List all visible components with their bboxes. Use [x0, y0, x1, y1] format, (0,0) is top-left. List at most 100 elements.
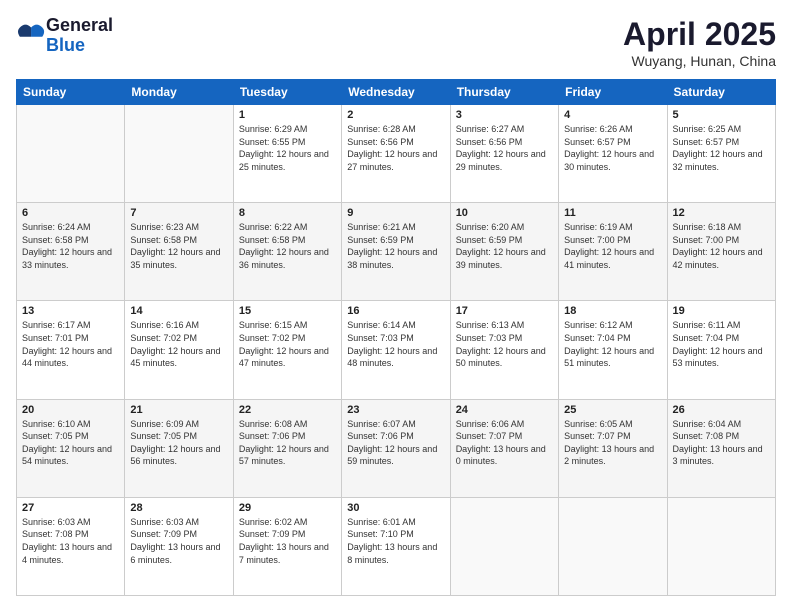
- day-info: Sunrise: 6:16 AMSunset: 7:02 PMDaylight:…: [130, 319, 227, 369]
- day-info: Sunrise: 6:10 AMSunset: 7:05 PMDaylight:…: [22, 418, 119, 468]
- table-row: 27Sunrise: 6:03 AMSunset: 7:08 PMDayligh…: [17, 497, 125, 595]
- day-info: Sunrise: 6:08 AMSunset: 7:06 PMDaylight:…: [239, 418, 336, 468]
- table-row: 9Sunrise: 6:21 AMSunset: 6:59 PMDaylight…: [342, 203, 450, 301]
- day-number: 20: [22, 404, 119, 416]
- table-row: 21Sunrise: 6:09 AMSunset: 7:05 PMDayligh…: [125, 399, 233, 497]
- day-number: 21: [130, 404, 227, 416]
- table-row: 30 Sunrise: 6:01 AMSunset: 7:10 PMDayligh…: [342, 497, 450, 595]
- day-info: Sunrise: 6:27 AMSunset: 6:56 PMDaylight:…: [456, 123, 553, 173]
- day-number: 29: [239, 502, 336, 514]
- table-row: 6Sunrise: 6:24 AMSunset: 6:58 PMDaylight…: [17, 203, 125, 301]
- day-info: Sunrise: 6:15 AMSunset: 7:02 PMDaylight:…: [239, 319, 336, 369]
- table-row: 1Sunrise: 6:29 AMSunset: 6:55 PMDaylight…: [233, 105, 341, 203]
- day-number: 3: [456, 109, 553, 121]
- day-info: Sunrise: 6:11 AMSunset: 7:04 PMDaylight:…: [673, 319, 770, 369]
- table-row: [559, 497, 667, 595]
- calendar-week-row: 13 Sunrise: 6:17 AMSunset: 7:01 PMDayligh…: [17, 301, 776, 399]
- table-row: 15 Sunrise: 6:15 AMSunset: 7:02 PMDayligh…: [233, 301, 341, 399]
- day-number: 18: [564, 305, 661, 317]
- table-row: 25 Sunrise: 6:05 AMSunset: 7:07 PMDayligh…: [559, 399, 667, 497]
- table-row: 13 Sunrise: 6:17 AMSunset: 7:01 PMDayligh…: [17, 301, 125, 399]
- logo-general-text: General: [46, 16, 113, 36]
- day-info: Sunrise: 6:01 AMSunset: 7:10 PMDaylight:…: [347, 516, 444, 566]
- table-row: 23 Sunrise: 6:07 AMSunset: 7:06 PMDayligh…: [342, 399, 450, 497]
- day-info: Sunrise: 6:05 AMSunset: 7:07 PMDaylight:…: [564, 418, 661, 468]
- day-number: 19: [673, 305, 770, 317]
- calendar-week-row: 1Sunrise: 6:29 AMSunset: 6:55 PMDaylight…: [17, 105, 776, 203]
- table-row: 16 Sunrise: 6:14 AMSunset: 7:03 PMDayligh…: [342, 301, 450, 399]
- day-info: Sunrise: 6:07 AMSunset: 7:06 PMDaylight:…: [347, 418, 444, 468]
- col-wednesday: Wednesday: [342, 80, 450, 105]
- day-number: 14: [130, 305, 227, 317]
- calendar-week-row: 27Sunrise: 6:03 AMSunset: 7:08 PMDayligh…: [17, 497, 776, 595]
- col-saturday: Saturday: [667, 80, 775, 105]
- table-row: 18 Sunrise: 6:12 AMSunset: 7:04 PMDayligh…: [559, 301, 667, 399]
- day-info: Sunrise: 6:13 AMSunset: 7:03 PMDaylight:…: [456, 319, 553, 369]
- day-number: 13: [22, 305, 119, 317]
- col-sunday: Sunday: [17, 80, 125, 105]
- day-info: Sunrise: 6:23 AMSunset: 6:58 PMDaylight:…: [130, 221, 227, 271]
- table-row: 28 Sunrise: 6:03 AMSunset: 7:09 PMDayligh…: [125, 497, 233, 595]
- day-info: Sunrise: 6:06 AMSunset: 7:07 PMDaylight:…: [456, 418, 553, 468]
- table-row: 20 Sunrise: 6:10 AMSunset: 7:05 PMDayligh…: [17, 399, 125, 497]
- day-number: 25: [564, 404, 661, 416]
- col-thursday: Thursday: [450, 80, 558, 105]
- day-number: 9: [347, 207, 444, 219]
- table-row: 4 Sunrise: 6:26 AMSunset: 6:57 PMDaylight…: [559, 105, 667, 203]
- day-info: Sunrise: 6:02 AMSunset: 7:09 PMDaylight:…: [239, 516, 336, 566]
- day-info: Sunrise: 6:14 AMSunset: 7:03 PMDaylight:…: [347, 319, 444, 369]
- title-area: April 2025 Wuyang, Hunan, China: [623, 16, 776, 69]
- table-row: [125, 105, 233, 203]
- day-info: Sunrise: 6:20 AMSunset: 6:59 PMDaylight:…: [456, 221, 553, 271]
- day-info: Sunrise: 6:17 AMSunset: 7:01 PMDaylight:…: [22, 319, 119, 369]
- day-number: 28: [130, 502, 227, 514]
- day-number: 4: [564, 109, 661, 121]
- table-row: 17Sunrise: 6:13 AMSunset: 7:03 PMDayligh…: [450, 301, 558, 399]
- day-number: 16: [347, 305, 444, 317]
- day-number: 22: [239, 404, 336, 416]
- table-row: 11Sunrise: 6:19 AMSunset: 7:00 PMDayligh…: [559, 203, 667, 301]
- day-number: 10: [456, 207, 553, 219]
- col-tuesday: Tuesday: [233, 80, 341, 105]
- calendar-header-row: Sunday Monday Tuesday Wednesday Thursday…: [17, 80, 776, 105]
- table-row: 2Sunrise: 6:28 AMSunset: 6:56 PMDaylight…: [342, 105, 450, 203]
- table-row: 8 Sunrise: 6:22 AMSunset: 6:58 PMDaylight…: [233, 203, 341, 301]
- day-info: Sunrise: 6:03 AMSunset: 7:09 PMDaylight:…: [130, 516, 227, 566]
- col-monday: Monday: [125, 80, 233, 105]
- day-number: 24: [456, 404, 553, 416]
- page: General Blue April 2025 Wuyang, Hunan, C…: [0, 0, 792, 612]
- day-info: Sunrise: 6:26 AMSunset: 6:57 PMDaylight:…: [564, 123, 661, 173]
- table-row: 26Sunrise: 6:04 AMSunset: 7:08 PMDayligh…: [667, 399, 775, 497]
- table-row: 14 Sunrise: 6:16 AMSunset: 7:02 PMDayligh…: [125, 301, 233, 399]
- table-row: 5 Sunrise: 6:25 AMSunset: 6:57 PMDaylight…: [667, 105, 775, 203]
- table-row: 7Sunrise: 6:23 AMSunset: 6:58 PMDaylight…: [125, 203, 233, 301]
- table-row: 10 Sunrise: 6:20 AMSunset: 6:59 PMDayligh…: [450, 203, 558, 301]
- day-info: Sunrise: 6:29 AMSunset: 6:55 PMDaylight:…: [239, 123, 336, 173]
- day-number: 15: [239, 305, 336, 317]
- day-info: Sunrise: 6:24 AMSunset: 6:58 PMDaylight:…: [22, 221, 119, 271]
- day-number: 5: [673, 109, 770, 121]
- day-number: 8: [239, 207, 336, 219]
- day-info: Sunrise: 6:12 AMSunset: 7:04 PMDaylight:…: [564, 319, 661, 369]
- logo-text: General Blue: [46, 16, 113, 56]
- day-info: Sunrise: 6:22 AMSunset: 6:58 PMDaylight:…: [239, 221, 336, 271]
- header: General Blue April 2025 Wuyang, Hunan, C…: [16, 16, 776, 69]
- day-info: Sunrise: 6:25 AMSunset: 6:57 PMDaylight:…: [673, 123, 770, 173]
- logo: General Blue: [16, 16, 113, 56]
- logo-blue-text: Blue: [46, 36, 113, 56]
- table-row: [17, 105, 125, 203]
- calendar-week-row: 6Sunrise: 6:24 AMSunset: 6:58 PMDaylight…: [17, 203, 776, 301]
- table-row: 24 Sunrise: 6:06 AMSunset: 7:07 PMDayligh…: [450, 399, 558, 497]
- table-row: [667, 497, 775, 595]
- day-number: 23: [347, 404, 444, 416]
- day-number: 30: [347, 502, 444, 514]
- day-number: 12: [673, 207, 770, 219]
- logo-icon: [18, 20, 46, 48]
- location: Wuyang, Hunan, China: [623, 53, 776, 69]
- day-number: 26: [673, 404, 770, 416]
- table-row: 12Sunrise: 6:18 AMSunset: 7:00 PMDayligh…: [667, 203, 775, 301]
- day-number: 27: [22, 502, 119, 514]
- day-number: 11: [564, 207, 661, 219]
- table-row: 22 Sunrise: 6:08 AMSunset: 7:06 PMDayligh…: [233, 399, 341, 497]
- table-row: [450, 497, 558, 595]
